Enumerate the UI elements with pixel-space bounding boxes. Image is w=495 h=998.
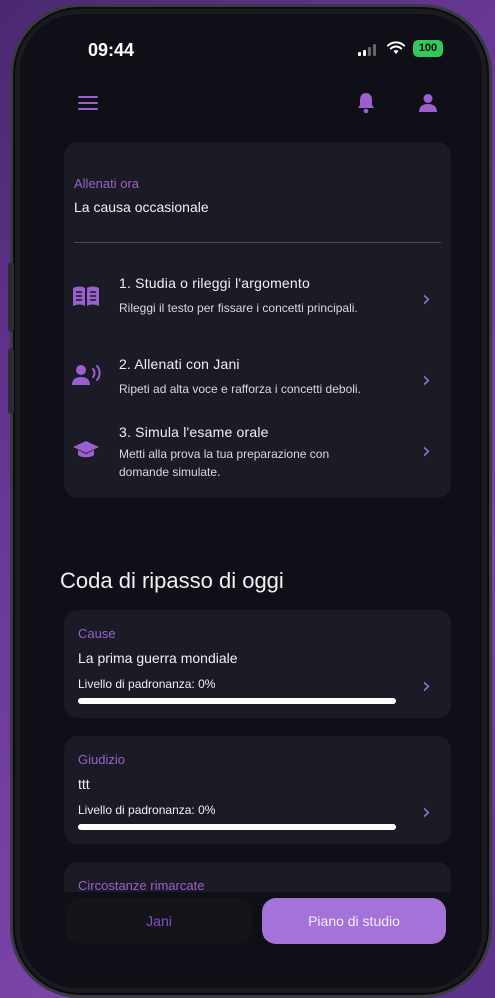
graduation-cap-icon <box>73 441 99 458</box>
chevron-right-icon[interactable]: › <box>422 800 431 825</box>
side-button <box>8 262 14 332</box>
step-study[interactable]: 1. Studia o rileggi l'argomento Rileggi … <box>20 269 482 329</box>
status-bar: 09:44 100 <box>20 14 482 74</box>
mastery-progress-bar <box>78 698 396 704</box>
jani-button[interactable]: Jani <box>66 898 252 944</box>
mastery-progress-bar <box>78 824 396 830</box>
side-button <box>8 348 14 414</box>
wifi-icon <box>387 41 405 54</box>
chevron-right-icon[interactable]: › <box>422 368 431 393</box>
step-description: Metti alla prova la tua preparazione con… <box>119 445 419 481</box>
chevron-right-icon[interactable]: › <box>422 674 431 699</box>
practice-label: Allenati ora <box>74 176 140 191</box>
review-category: Giudizio <box>78 752 125 767</box>
review-category: Circostanze rimarcate <box>78 878 205 893</box>
review-item[interactable]: Giudizio ttt Livello di padronanza: 0% › <box>64 736 451 844</box>
book-open-icon <box>73 286 99 306</box>
divider <box>74 242 441 243</box>
step-simulate-exam[interactable]: 3. Simula l'esame orale Metti alla prova… <box>20 419 482 483</box>
review-queue-title: Coda di ripasso di oggi <box>60 568 284 593</box>
menu-icon[interactable] <box>78 96 98 110</box>
review-topic: La prima guerra mondiale <box>78 650 238 666</box>
step-description-line: Metti alla prova la tua preparazione con <box>119 447 330 461</box>
step-title: 1. Studia o rileggi l'argomento <box>119 275 310 291</box>
mastery-label: Livello di padronanza: 0% <box>78 803 216 817</box>
bell-icon[interactable] <box>357 92 375 114</box>
speaking-person-icon <box>72 365 101 385</box>
battery-icon: 100 <box>413 40 443 57</box>
mastery-label: Livello di padronanza: 0% <box>78 677 216 691</box>
status-time: 09:44 <box>88 40 135 60</box>
step-description-line: domande simulate. <box>119 465 221 479</box>
study-plan-button[interactable]: Piano di studio <box>262 898 446 944</box>
user-icon[interactable] <box>418 93 438 113</box>
phone-screen: 09:44 100 Allenati ora La causa occasion… <box>20 14 482 988</box>
step-description: Rileggi il testo per fissare i concetti … <box>119 301 358 315</box>
chevron-right-icon[interactable]: › <box>422 439 431 464</box>
step-title: 3. Simula l'esame orale <box>119 424 269 440</box>
step-title: 2. Allenati con Jani <box>119 356 240 372</box>
step-practice-jani[interactable]: 2. Allenati con Jani Ripeti ad alta voce… <box>20 350 482 410</box>
signal-icon <box>358 44 376 56</box>
step-description: Ripeti ad alta voce e rafforza i concett… <box>119 382 361 396</box>
review-topic: ttt <box>78 776 90 792</box>
review-category: Cause <box>78 626 116 641</box>
chevron-right-icon[interactable]: › <box>422 287 431 312</box>
review-item[interactable]: Cause La prima guerra mondiale Livello d… <box>64 610 451 718</box>
practice-topic: La causa occasionale <box>74 199 209 215</box>
